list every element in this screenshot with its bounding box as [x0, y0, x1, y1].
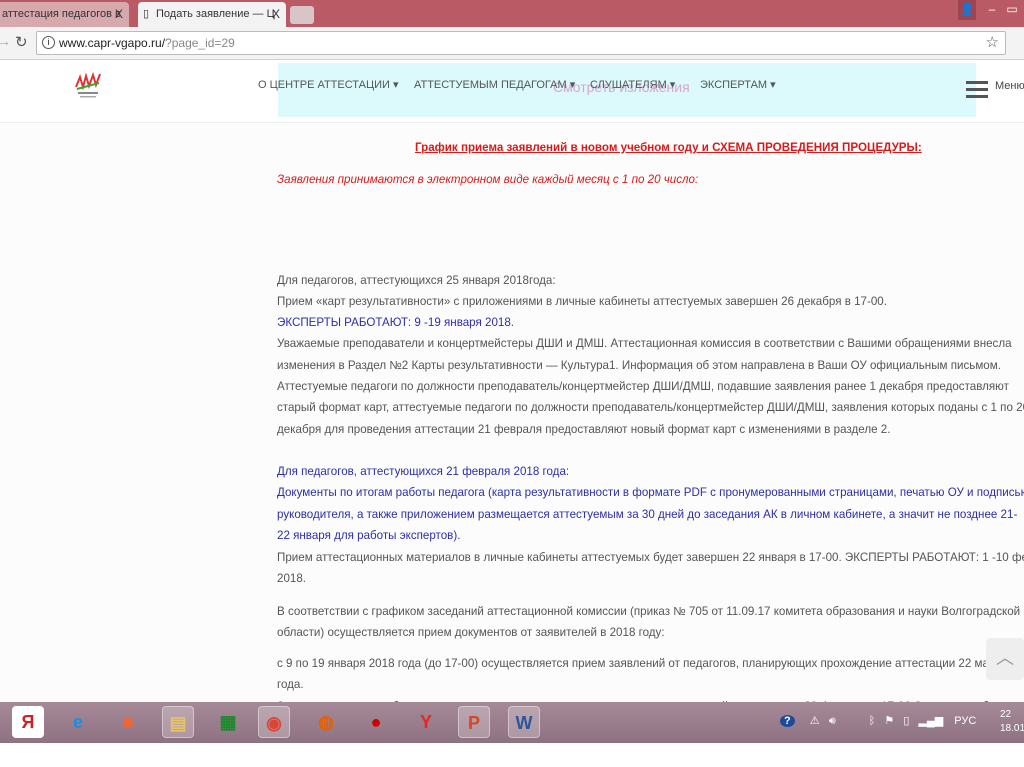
opera-icon[interactable]: ● [360, 706, 392, 738]
site-header: Смотреть изложения О ЦЕНТРЕ АТТЕСТАЦИИ ▾… [0, 61, 1024, 123]
page-icon: ▯ [143, 8, 150, 20]
flag-icon[interactable]: ⚑ [884, 715, 894, 727]
calculator-icon[interactable]: ▦ [212, 706, 244, 738]
minimize-button[interactable]: – [984, 0, 1000, 20]
content-line: года. [277, 678, 304, 691]
content-line: В соответствии с графиком заседаний атте… [277, 605, 1021, 618]
word-icon[interactable]: W [508, 706, 540, 738]
clock-date: 18.01 [1000, 723, 1024, 734]
firefox-icon[interactable]: ◍ [310, 706, 342, 738]
content-line: 2018. [277, 572, 307, 585]
content-line: руководителя, а также приложением размещ… [277, 508, 1018, 521]
clock-time: 22 [1000, 709, 1012, 720]
tab-submit-application[interactable]: ▯ Подать заявление — ЦX [138, 2, 286, 27]
content-line: 22 января для работы экспертов). [277, 529, 461, 542]
scroll-to-top-button[interactable]: ︿ [986, 638, 1024, 680]
tab-label: Подать заявление — Ц [156, 8, 275, 20]
content-line: декабря для проведения аттестации 21 фев… [277, 423, 891, 436]
powerpoint-icon[interactable]: P [458, 706, 490, 738]
content-line: изменения в Раздел №2 Карты результативн… [277, 359, 1001, 372]
nav-students[interactable]: СЛУШАТЕЛЯМ ▾ [590, 78, 675, 91]
menu-label[interactable]: Меню [995, 80, 1024, 92]
chrome-icon[interactable]: ◉ [258, 706, 290, 738]
windows-taskbar: ? ⚠ 🔊︎ ᛒ ⚑ ▯ ▂▄▆ РУС 22 18.01 Яe ■ ▤ ▦ ◉ ◍ ● Y P W [0, 702, 1024, 743]
content-line: старый формат карт, аттестуемые педагоги… [277, 401, 1024, 414]
browser-toolbar: → ↻ i www.capr-vgapo.ru/?page_id=29 ☆ [0, 27, 1024, 60]
nav-experts[interactable]: ЭКСПЕРТАМ ▾ [700, 78, 776, 91]
network-warning-icon[interactable]: ⚠ [810, 715, 820, 727]
app-icon[interactable]: ■ [112, 706, 144, 738]
content-line: Документы по итогам работы педагога (кар… [277, 486, 1024, 499]
schedule-title: График приема заявлений в новом учебном … [415, 141, 922, 154]
content-line: Для педагогов, аттестующихся 21 февраля … [277, 465, 570, 478]
reload-icon[interactable]: ↻ [15, 33, 28, 51]
ie-icon[interactable]: e [62, 706, 94, 738]
nav-about-center[interactable]: О ЦЕНТРЕ АТТЕСТАЦИИ ▾ [258, 78, 399, 91]
content-line: Уважаемые преподаватели и концертмейстер… [277, 337, 1012, 350]
new-tab-button[interactable] [290, 6, 314, 24]
help-icon[interactable]: ? [780, 715, 795, 727]
volume-icon[interactable]: 🔊︎ [829, 715, 836, 727]
address-bar[interactable]: i www.capr-vgapo.ru/?page_id=29 ☆ [36, 31, 1006, 55]
content-line: Прием аттестационных материалов в личные… [277, 551, 1024, 564]
restore-button[interactable]: ▭ [1004, 0, 1020, 20]
yandex-browser-icon[interactable]: Y [410, 706, 442, 738]
clock[interactable]: 22 18.01 [1000, 708, 1024, 736]
browser-tab-bar: аттестация педагогов вX ▯ Подать заявлени… [0, 0, 1024, 27]
explorer-icon[interactable]: ▤ [162, 706, 194, 738]
signal-icon[interactable]: ▂▄▆ [918, 715, 943, 727]
content-line: с 9 по 19 января 2018 года (до 17-00) ос… [277, 657, 1024, 670]
slide-margin [0, 743, 1024, 767]
url-host: www.capr-vgapo.ru/ [59, 36, 166, 50]
tab-close-icon[interactable]: X [272, 2, 280, 27]
site-logo[interactable] [72, 71, 104, 101]
tab-attestation[interactable]: аттестация педагогов вX [0, 2, 129, 27]
language-indicator[interactable]: РУС [954, 715, 976, 727]
content-line: Аттестуемые педагоги по должности препод… [277, 380, 1009, 393]
hamburger-menu-icon[interactable] [966, 81, 988, 102]
bookmark-star-icon[interactable]: ☆ [986, 32, 999, 54]
yandex-icon[interactable]: Я [12, 706, 44, 738]
content-line: области) осуществляется прием документов… [277, 626, 665, 639]
info-icon[interactable]: i [42, 36, 55, 49]
back-icon[interactable]: → [0, 33, 11, 49]
tab-label: аттестация педагогов в [2, 8, 121, 20]
content-line: ЭКСПЕРТЫ РАБОТАЮТ: 9 -19 января 2018. [277, 316, 515, 329]
url-path: ?page_id=29 [165, 36, 235, 50]
bluetooth-icon[interactable]: ᛒ [869, 715, 876, 727]
content-line: Прием «карт результативности» с приложен… [277, 295, 887, 308]
schedule-subtitle: Заявления принимаются в электронном виде… [277, 173, 699, 186]
content-line: Для педагогов, аттестующихся 25 января 2… [277, 274, 556, 287]
battery-icon[interactable]: ▯ [903, 715, 909, 727]
user-icon[interactable]: 👤 [958, 0, 976, 20]
tab-close-icon[interactable]: X [115, 2, 123, 27]
nav-teachers[interactable]: АТТЕСТУЕМЫМ ПЕДАГОГАМ ▾ [414, 78, 575, 91]
system-tray: ? ⚠ 🔊︎ ᛒ ⚑ ▯ ▂▄▆ РУС [780, 714, 976, 728]
web-page: Смотреть изложения О ЦЕНТРЕ АТТЕСТАЦИИ ▾… [0, 61, 1024, 765]
